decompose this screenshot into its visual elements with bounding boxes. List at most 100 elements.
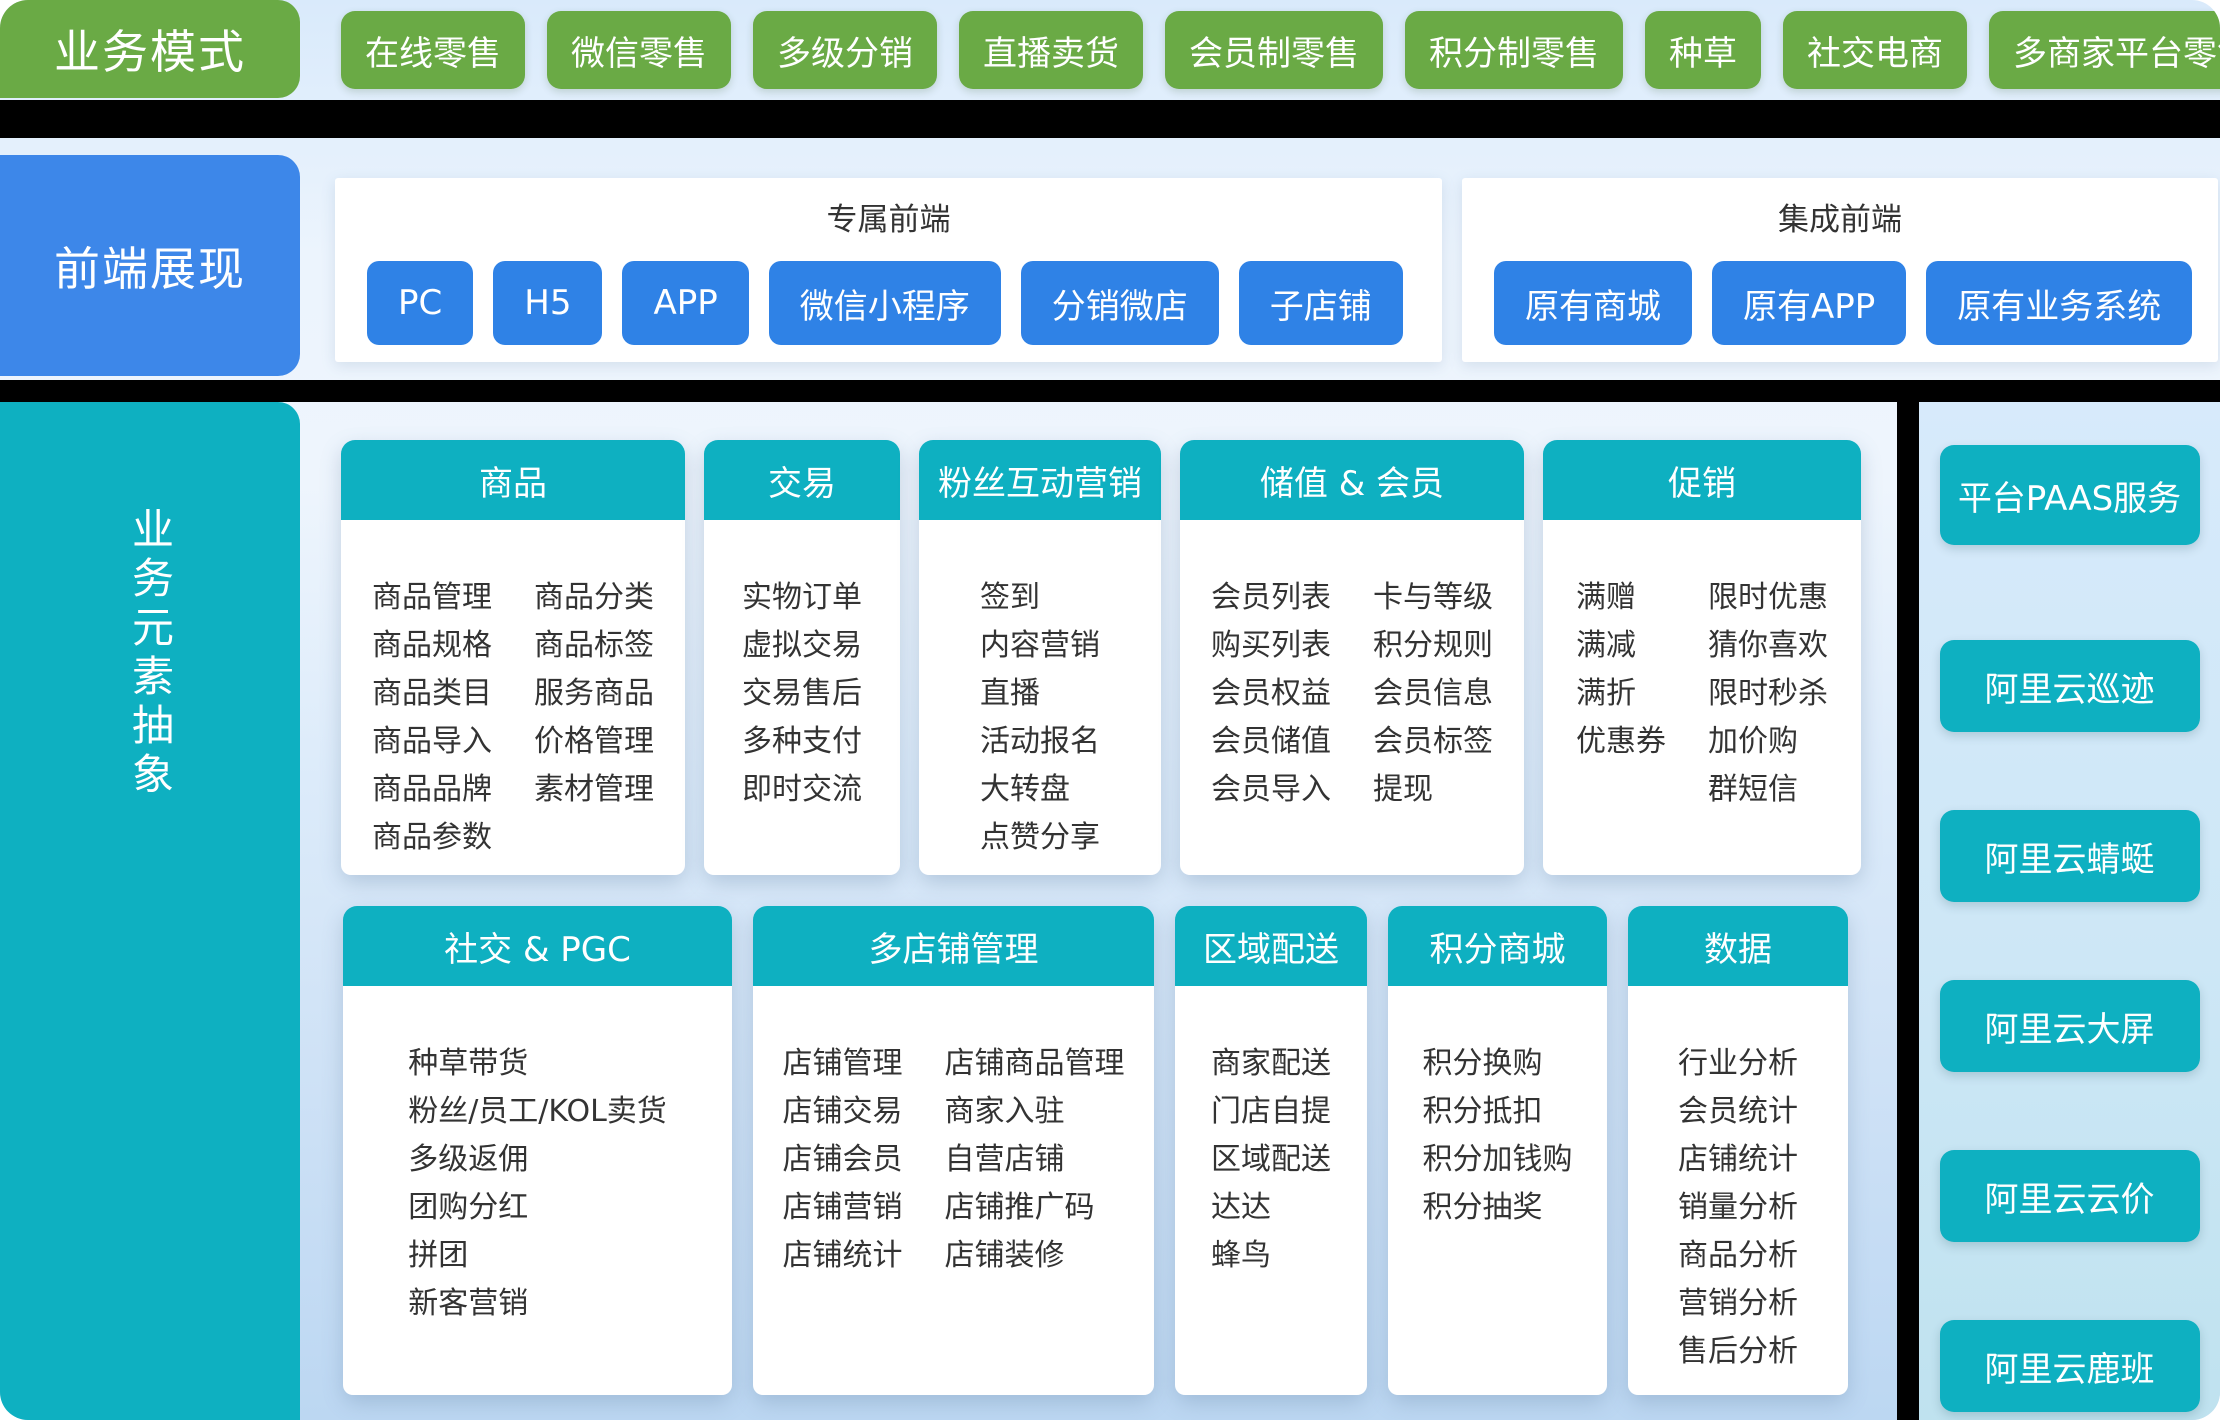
card-item: 积分抽奖 bbox=[1423, 1184, 1573, 1232]
card-item: 购买列表 bbox=[1211, 622, 1331, 670]
card-item: 门店自提 bbox=[1211, 1088, 1331, 1136]
business-elements-cards: 商品 商品管理商品规格商品类目商品导入商品品牌商品参数 商品分类商品标签服务商品… bbox=[335, 402, 1895, 1420]
frontend-button[interactable]: 原有商城 bbox=[1494, 261, 1692, 345]
paas-header: 平台PAAS服务 bbox=[1940, 445, 2200, 545]
business-model-button[interactable]: 社交电商 bbox=[1783, 11, 1967, 89]
card-goods-column-1: 商品管理商品规格商品类目商品导入商品品牌商品参数 bbox=[372, 574, 492, 875]
card-stored-value-member-body: 会员列表购买列表会员权益会员储值会员导入 卡与等级积分规则会员信息会员标签提现 bbox=[1180, 520, 1524, 875]
business-model-button[interactable]: 微信零售 bbox=[547, 11, 731, 89]
business-model-button[interactable]: 直播卖货 bbox=[959, 11, 1143, 89]
card-regional-delivery-title: 区域配送 bbox=[1175, 906, 1367, 986]
business-model-button[interactable]: 多商家平台零售 bbox=[1989, 11, 2220, 89]
card-item: 满赠 bbox=[1576, 574, 1666, 622]
card-stored-value-member-title: 储值 & 会员 bbox=[1180, 440, 1524, 520]
card-item: 多级返佣 bbox=[408, 1136, 667, 1184]
card-multi-store-title: 多店铺管理 bbox=[753, 906, 1154, 986]
business-model-row: 业务模式 在线零售微信零售多级分销直播卖货会员制零售积分制零售种草社交电商多商家… bbox=[0, 0, 2220, 100]
card-item: 商家入驻 bbox=[945, 1088, 1125, 1136]
card-item: 商品参数 bbox=[372, 814, 492, 862]
frontend-button[interactable]: H5 bbox=[493, 261, 602, 345]
integrated-frontend-panel: 集成前端 原有商城原有APP原有业务系统 bbox=[1462, 178, 2218, 362]
card-item: 行业分析 bbox=[1678, 1040, 1798, 1088]
paas-button[interactable]: 阿里云巡迹 bbox=[1940, 640, 2200, 732]
card-social-pgc-title: 社交 & PGC bbox=[343, 906, 732, 986]
card-item: 会员信息 bbox=[1373, 670, 1493, 718]
paas-button[interactable]: 阿里云鹿班 bbox=[1940, 1320, 2200, 1412]
card-item: 大转盘 bbox=[980, 766, 1100, 814]
frontend-button[interactable]: 原有业务系统 bbox=[1926, 261, 2192, 345]
card-item: 店铺统计 bbox=[783, 1232, 903, 1280]
card-promotion: 促销 满赠满减满折优惠券 限时优惠猜你喜欢限时秒杀加价购群短信 bbox=[1543, 440, 1861, 875]
card-item: 积分规则 bbox=[1373, 622, 1493, 670]
business-model-button[interactable]: 种草 bbox=[1645, 11, 1761, 89]
card-item: 拼团 bbox=[408, 1232, 667, 1280]
card-item: 交易售后 bbox=[742, 670, 862, 718]
card-social-pgc-column-1: 种草带货粉丝/员工/KOL卖货多级返佣团购分红拼团新客营销 bbox=[408, 1040, 667, 1395]
business-model-button[interactable]: 积分制零售 bbox=[1405, 11, 1623, 89]
card-points-mall-title: 积分商城 bbox=[1388, 906, 1607, 986]
frontend-button[interactable]: 子店铺 bbox=[1239, 261, 1403, 345]
card-trade: 交易 实物订单虚拟交易交易售后多种支付即时交流 bbox=[704, 440, 900, 875]
card-item: 卡与等级 bbox=[1373, 574, 1493, 622]
frontend-button[interactable]: 原有APP bbox=[1712, 261, 1906, 345]
card-item: 商品分类 bbox=[534, 574, 654, 622]
card-goods-title: 商品 bbox=[341, 440, 685, 520]
card-fan-marketing: 粉丝互动营销 签到内容营销直播活动报名大转盘点赞分享 bbox=[919, 440, 1161, 875]
business-model-button[interactable]: 在线零售 bbox=[341, 11, 525, 89]
cards-row-2: 社交 & PGC 种草带货粉丝/员工/KOL卖货多级返佣团购分红拼团新客营销 多… bbox=[343, 906, 1848, 1395]
card-item: 会员储值 bbox=[1211, 718, 1331, 766]
card-item: 店铺会员 bbox=[783, 1136, 903, 1184]
card-item: 营销分析 bbox=[1678, 1280, 1798, 1328]
card-goods: 商品 商品管理商品规格商品类目商品导入商品品牌商品参数 商品分类商品标签服务商品… bbox=[341, 440, 685, 875]
card-item: 会员标签 bbox=[1373, 718, 1493, 766]
card-item: 多种支付 bbox=[742, 718, 862, 766]
card-item: 会员统计 bbox=[1678, 1088, 1798, 1136]
paas-button[interactable]: 阿里云大屏 bbox=[1940, 980, 2200, 1072]
business-elements-section: 业务元素抽象 商品 商品管理商品规格商品类目商品导入商品品牌商品参数 商品分类商… bbox=[0, 402, 2220, 1420]
card-social-pgc: 社交 & PGC 种草带货粉丝/员工/KOL卖货多级返佣团购分红拼团新客营销 bbox=[343, 906, 732, 1395]
card-promotion-column-2: 限时优惠猜你喜欢限时秒杀加价购群短信 bbox=[1708, 574, 1828, 875]
card-item: 积分换购 bbox=[1423, 1040, 1573, 1088]
business-model-button[interactable]: 会员制零售 bbox=[1165, 11, 1383, 89]
cards-row-1: 商品 商品管理商品规格商品类目商品导入商品品牌商品参数 商品分类商品标签服务商品… bbox=[341, 440, 1861, 875]
integrated-frontend-title: 集成前端 bbox=[1462, 194, 2218, 239]
card-item: 店铺商品管理 bbox=[945, 1040, 1125, 1088]
card-multi-store-body: 店铺管理店铺交易店铺会员店铺营销店铺统计 店铺商品管理商家入驻自营店铺店铺推广码… bbox=[753, 986, 1154, 1395]
card-data-title: 数据 bbox=[1628, 906, 1848, 986]
card-item: 群短信 bbox=[1708, 766, 1828, 814]
frontend-button[interactable]: PC bbox=[367, 261, 473, 345]
card-item: 活动报名 bbox=[980, 718, 1100, 766]
card-stored-value-member-column-2: 卡与等级积分规则会员信息会员标签提现 bbox=[1373, 574, 1493, 875]
card-item: 商品品牌 bbox=[372, 766, 492, 814]
card-item: 签到 bbox=[980, 574, 1100, 622]
business-elements-label: 业务元素抽象 bbox=[120, 507, 181, 801]
card-social-pgc-body: 种草带货粉丝/员工/KOL卖货多级返佣团购分红拼团新客营销 bbox=[343, 986, 732, 1395]
frontend-button[interactable]: APP bbox=[622, 261, 748, 345]
card-points-mall-column-1: 积分换购积分抵扣积分加钱购积分抽奖 bbox=[1423, 1040, 1573, 1395]
card-item: 商品类目 bbox=[372, 670, 492, 718]
card-item: 优惠券 bbox=[1576, 718, 1666, 766]
paas-button[interactable]: 阿里云云价 bbox=[1940, 1150, 2200, 1242]
paas-button[interactable]: 阿里云蜻蜓 bbox=[1940, 810, 2200, 902]
card-item: 种草带货 bbox=[408, 1040, 667, 1088]
card-data-column-1: 行业分析会员统计店铺统计销量分析商品分析营销分析售后分析 bbox=[1678, 1040, 1798, 1395]
card-item: 蜂鸟 bbox=[1211, 1232, 1331, 1280]
dedicated-frontend-title: 专属前端 bbox=[335, 194, 1442, 239]
card-item: 积分抵扣 bbox=[1423, 1088, 1573, 1136]
frontend-button[interactable]: 分销微店 bbox=[1021, 261, 1219, 345]
card-item: 区域配送 bbox=[1211, 1136, 1331, 1184]
business-model-button[interactable]: 多级分销 bbox=[753, 11, 937, 89]
card-data: 数据 行业分析会员统计店铺统计销量分析商品分析营销分析售后分析 bbox=[1628, 906, 1848, 1395]
card-item: 满减 bbox=[1576, 622, 1666, 670]
card-item: 即时交流 bbox=[742, 766, 862, 814]
card-goods-column-2: 商品分类商品标签服务商品价格管理素材管理 bbox=[534, 574, 654, 875]
card-promotion-title: 促销 bbox=[1543, 440, 1861, 520]
card-item: 限时优惠 bbox=[1708, 574, 1828, 622]
card-promotion-body: 满赠满减满折优惠券 限时优惠猜你喜欢限时秒杀加价购群短信 bbox=[1543, 520, 1861, 875]
frontend-button[interactable]: 微信小程序 bbox=[769, 261, 1001, 345]
card-item: 会员导入 bbox=[1211, 766, 1331, 814]
business-model-label: 业务模式 bbox=[0, 0, 300, 98]
card-regional-delivery-body: 商家配送门店自提区域配送达达蜂鸟 bbox=[1175, 986, 1367, 1395]
card-item: 商品管理 bbox=[372, 574, 492, 622]
card-item: 新客营销 bbox=[408, 1280, 667, 1328]
